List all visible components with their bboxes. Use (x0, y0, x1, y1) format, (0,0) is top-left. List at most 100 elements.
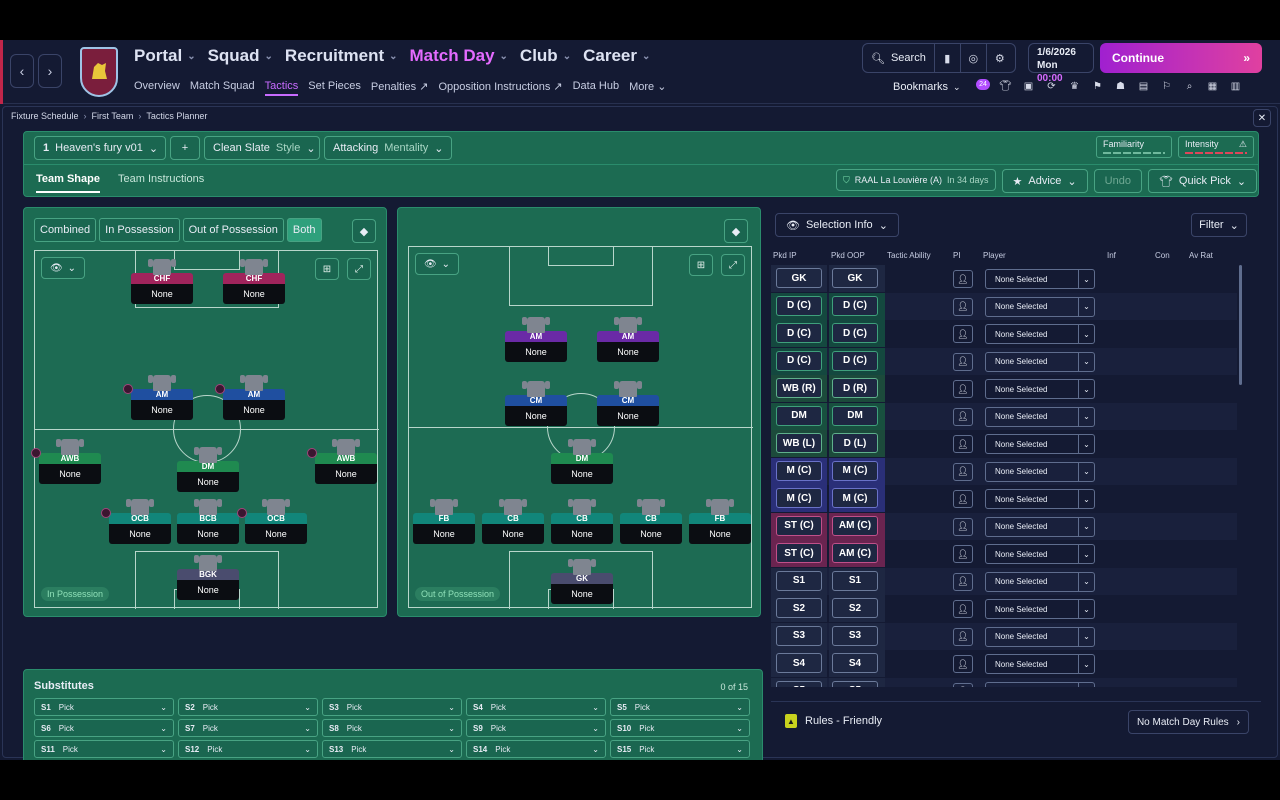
bookmarks-dropdown[interactable]: Bookmarks ⌄ (893, 81, 961, 93)
col-pkd-oop[interactable]: Pkd OOP (831, 251, 865, 260)
player-select[interactable]: None Selected⌄ (985, 296, 1095, 317)
player-instructions-icon[interactable]: 👤︎ (953, 407, 973, 426)
role-duty-icon[interactable] (123, 384, 133, 394)
player-instructions-icon[interactable]: 👤︎ (953, 380, 973, 398)
clipboard-icon[interactable]: ▣ (1021, 79, 1036, 94)
position-ip[interactable]: D (C) (776, 323, 822, 343)
toggle-in-possession[interactable]: In Possession (99, 218, 180, 242)
position-ip[interactable]: S4 (776, 653, 822, 673)
substitute-slot[interactable]: S12 Pick ⌄ (178, 740, 318, 758)
position-oop[interactable]: AM (C) (832, 515, 878, 536)
player-instructions-icon[interactable]: 👤︎ (953, 435, 973, 453)
player-card[interactable]: DM None (551, 439, 613, 487)
position-ip[interactable]: M (C) (776, 460, 822, 481)
player-card[interactable]: CHF None (223, 259, 285, 307)
role-duty-icon[interactable] (237, 508, 247, 518)
expand-icon[interactable]: ⤢ (347, 258, 371, 280)
substitute-slot[interactable]: S11 Pick ⌄ (34, 740, 174, 758)
substitute-slot[interactable]: S10 Pick ⌄ (610, 719, 750, 737)
player-card[interactable]: DM None (177, 447, 239, 495)
substitute-slot[interactable]: S1 Pick ⌄ (34, 698, 174, 716)
visibility-dropdown[interactable]: 👁︎ ⌄ (41, 257, 85, 279)
refresh-icon[interactable]: ⟳ (1044, 79, 1059, 94)
position-ip[interactable]: ST (C) (776, 515, 822, 536)
calendar-icon[interactable]: ▦ (1205, 79, 1220, 94)
breadcrumb-item[interactable]: First Team (92, 111, 134, 121)
role-duty-icon[interactable] (307, 448, 317, 458)
player-card[interactable]: CHF None (131, 259, 193, 307)
player-select[interactable]: None Selected⌄ (985, 324, 1095, 344)
player-card[interactable]: AWB None (31, 439, 101, 487)
main-nav-item[interactable]: Portal ⌄ (134, 46, 196, 66)
position-oop[interactable]: S4 (832, 653, 878, 673)
substitute-slot[interactable]: S8 Pick ⌄ (322, 719, 462, 737)
player-select[interactable]: None Selected⌄ (985, 681, 1095, 687)
substitute-slot[interactable]: S3 Pick ⌄ (322, 698, 462, 716)
player-card[interactable]: OCB None (101, 499, 171, 547)
position-ip[interactable]: S3 (776, 625, 822, 646)
main-nav-item[interactable]: Squad ⌄ (208, 46, 273, 66)
player-instructions-icon[interactable]: 👤︎ (953, 490, 973, 508)
position-oop[interactable]: M (C) (832, 460, 878, 481)
sub-nav-item[interactable]: Overview (134, 80, 180, 96)
player-card[interactable]: AM None (597, 317, 659, 365)
familiarity-meter[interactable]: Familiarity (1096, 136, 1172, 158)
trophy-icon[interactable]: ♛ (1067, 79, 1082, 94)
player-select[interactable]: None Selected⌄ (985, 626, 1095, 647)
player-instructions-icon[interactable]: 👤︎ (953, 297, 973, 316)
notes-icon[interactable]: ▥ (1228, 79, 1243, 94)
sub-nav-item[interactable]: Set Pieces (308, 80, 361, 96)
position-ip[interactable]: ST (C) (776, 543, 822, 563)
player-card[interactable]: BCB None (177, 499, 239, 547)
scout-icon[interactable]: ⌕ (1182, 79, 1197, 94)
coach-icon[interactable]: ⚑ (1090, 79, 1105, 94)
club-crest[interactable] (80, 47, 118, 97)
player-card[interactable]: CB None (620, 499, 682, 547)
no-match-day-rules-button[interactable]: No Match Day Rules › (1127, 710, 1249, 734)
position-oop[interactable]: D (L) (832, 433, 878, 453)
position-oop[interactable]: D (C) (832, 295, 878, 316)
player-card[interactable]: GK None (551, 559, 613, 607)
network-icon[interactable]: ◎ (961, 44, 987, 72)
substitute-slot[interactable]: S6 Pick ⌄ (34, 719, 174, 737)
position-ip[interactable]: S1 (776, 570, 822, 591)
position-ip[interactable]: GK (776, 268, 822, 288)
expand-icon[interactable]: ⤢ (721, 254, 745, 276)
player-select[interactable]: None Selected⌄ (985, 516, 1095, 537)
substitute-slot[interactable]: S9 Pick ⌄ (466, 719, 606, 737)
player-instructions-icon[interactable]: 👤︎ (953, 655, 973, 673)
player-card[interactable]: CM None (597, 381, 659, 429)
position-oop[interactable]: S2 (832, 598, 878, 618)
position-oop[interactable]: S3 (832, 625, 878, 646)
substitute-slot[interactable]: S5 Pick ⌄ (610, 698, 750, 716)
position-ip[interactable]: WB (R) (776, 378, 822, 398)
formation-diamond-icon[interactable]: ◆ (352, 219, 376, 243)
player-instructions-icon[interactable]: 👤︎ (953, 572, 973, 591)
position-oop[interactable]: AM (C) (832, 543, 878, 563)
position-ip[interactable]: D (C) (776, 295, 822, 316)
role-duty-icon[interactable] (101, 508, 111, 518)
col-inf[interactable]: Inf (1107, 251, 1116, 260)
intensity-meter[interactable]: Intensity ⚠ (1178, 136, 1254, 158)
quick-pick-button[interactable]: 👕︎ Quick Pick ⌄ (1147, 169, 1258, 193)
substitute-slot[interactable]: S2 Pick ⌄ (178, 698, 318, 716)
player-instructions-icon[interactable]: 👤︎ (953, 600, 973, 618)
player-select[interactable]: None Selected⌄ (985, 654, 1095, 674)
player-instructions-icon[interactable]: 👤︎ (953, 545, 973, 563)
player-instructions-icon[interactable]: 👤︎ (953, 270, 973, 288)
main-nav-item[interactable]: Club ⌄ (520, 46, 571, 66)
position-oop[interactable]: D (C) (832, 350, 878, 371)
player-select[interactable]: None Selected⌄ (985, 599, 1095, 619)
flag-icon[interactable]: ⚐ (1159, 79, 1174, 94)
player-card[interactable]: CB None (551, 499, 613, 547)
player-select[interactable]: None Selected⌄ (985, 434, 1095, 454)
position-oop[interactable]: S1 (832, 570, 878, 591)
position-ip[interactable]: M (C) (776, 488, 822, 508)
filter-dropdown[interactable]: Filter ⌄ (1191, 213, 1247, 237)
selection-info-dropdown[interactable]: 👁︎ Selection Info ⌄ (775, 213, 899, 237)
fixture-badge[interactable]: ⛉ RAAL La Louvière (A) In 34 days (836, 169, 996, 191)
player-card[interactable]: CM None (505, 381, 567, 429)
col-pkd-ip[interactable]: Pkd IP (773, 251, 797, 260)
mentality-dropdown[interactable]: Attacking Mentality ⌄ (324, 136, 452, 160)
add-tactic-button[interactable]: + (170, 136, 200, 160)
